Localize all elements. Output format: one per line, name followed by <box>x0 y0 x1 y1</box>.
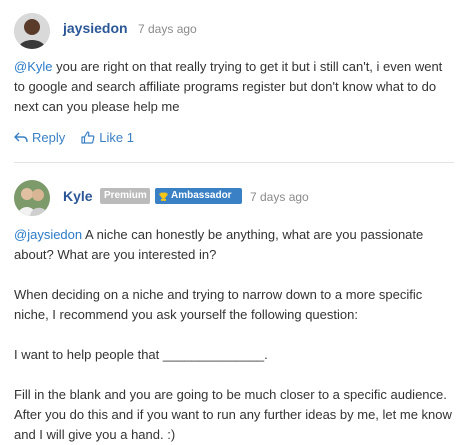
username[interactable]: jaysiedon <box>63 20 128 36</box>
paragraph: When deciding on a niche and trying to n… <box>14 287 423 322</box>
premium-badge: Premium <box>100 188 150 204</box>
ambassador-badge: Ambassador <box>155 188 242 204</box>
comment-kyle: Kyle Premium Ambassador 7 days ago @jays… <box>0 165 466 445</box>
divider <box>14 162 454 163</box>
reply-arrow-icon <box>14 132 28 142</box>
reply-label: Reply <box>32 130 66 145</box>
ambassador-label: Ambassador <box>171 190 232 201</box>
avatar[interactable] <box>14 13 50 49</box>
comment-jaysiedon: jaysiedon 7 days ago @Kyle you are right… <box>0 0 466 165</box>
paragraph: I want to help people that _____________… <box>14 347 268 362</box>
like-label: Like 1 <box>99 130 134 145</box>
reply-button[interactable]: Reply <box>14 130 65 145</box>
comment-text: you are right on that really trying to g… <box>14 59 443 114</box>
like-button[interactable]: Like 1 <box>81 130 134 145</box>
username[interactable]: Kyle <box>63 188 93 204</box>
paragraph: @jaysiedon A niche can honestly be anyth… <box>14 225 454 265</box>
timestamp: 7 days ago <box>250 190 309 204</box>
thumbs-up-icon <box>81 131 95 144</box>
comment-actions: Reply Like 1 <box>14 130 150 145</box>
avatar[interactable] <box>14 180 50 216</box>
comment-body: @Kyle you are right on that really tryin… <box>14 57 454 117</box>
paragraph: Fill in the blank and you are going to b… <box>14 387 452 442</box>
mention-link[interactable]: @Kyle <box>14 59 53 74</box>
mention-link[interactable]: @jaysiedon <box>14 227 82 242</box>
timestamp: 7 days ago <box>138 22 197 36</box>
trophy-icon <box>159 192 168 201</box>
comment-body: @jaysiedon A niche can honestly be anyth… <box>14 225 454 445</box>
